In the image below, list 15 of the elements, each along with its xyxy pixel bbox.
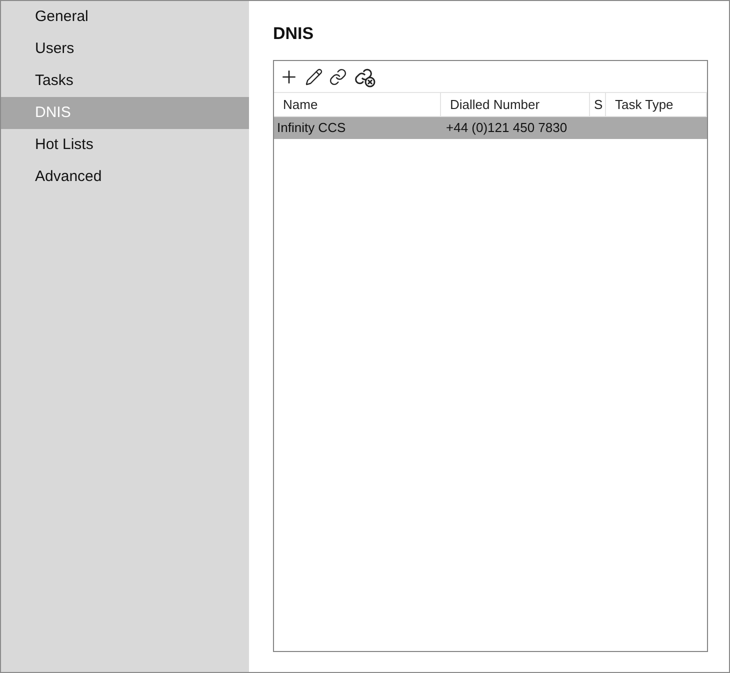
sidebar-item[interactable]: Advanced	[1, 161, 249, 193]
table-row[interactable]: Infinity CCS +44 (0)121 450 7830	[274, 117, 707, 139]
column-header[interactable]: S	[590, 93, 606, 116]
table-cell-text: +44 (0)121 450 7830	[445, 119, 568, 138]
page-title: DNIS	[273, 23, 315, 45]
table-cell-text: Infinity CCS	[276, 119, 347, 138]
column-header[interactable]: Dialled Number	[441, 93, 590, 116]
sidebar-item[interactable]: General	[1, 1, 249, 33]
pencil-icon[interactable]	[305, 68, 323, 86]
column-header[interactable]: Name	[274, 93, 441, 116]
sidebar-item[interactable]: Users	[1, 33, 249, 65]
link-icon[interactable]	[329, 68, 347, 86]
sidebar-item[interactable]: Hot Lists	[1, 129, 249, 161]
column-header[interactable]: Task Type	[606, 93, 707, 116]
sidebar-item[interactable]: Tasks	[1, 65, 249, 97]
